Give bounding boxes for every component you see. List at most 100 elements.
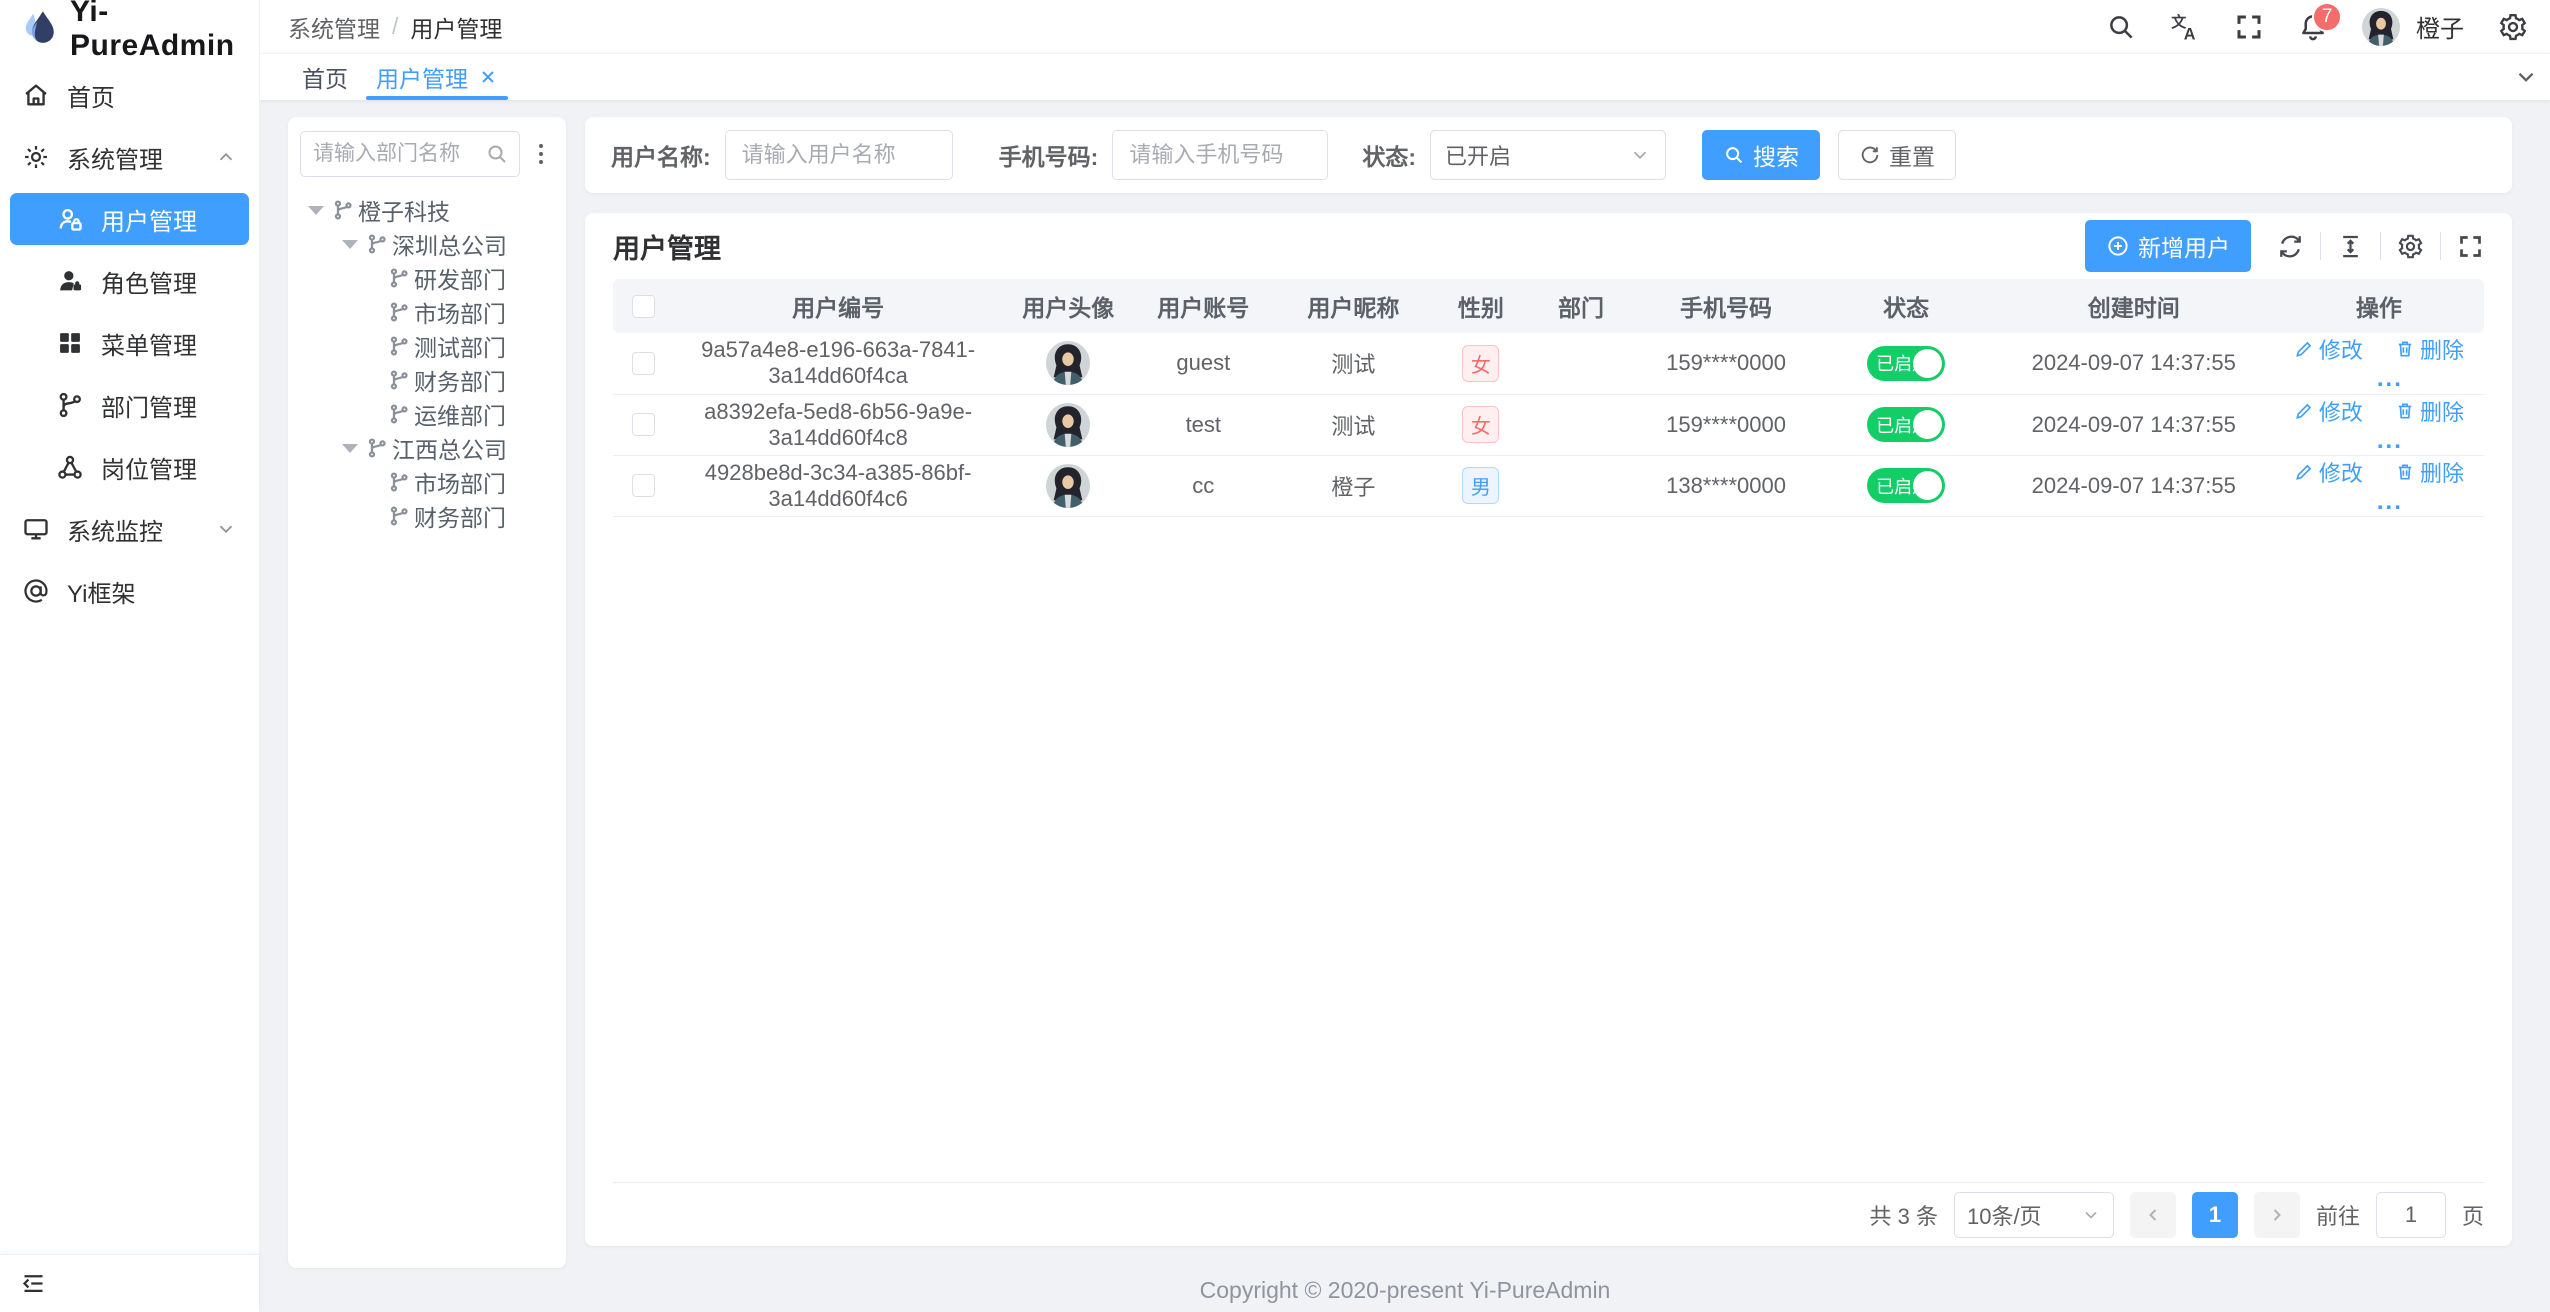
branch-icon [56,391,84,419]
phone-filter-label: 手机号码: [999,138,1099,172]
dept-search-input[interactable] [313,142,479,166]
more-actions-button[interactable]: ... [2377,488,2403,515]
refresh-icon [1859,144,1881,166]
tree-node[interactable]: 深圳总公司 [300,227,554,261]
cell-phone: 138****0000 [1634,455,1819,516]
phone-filter-input[interactable] [1129,142,1311,168]
table-header-row: 用户编号 用户头像 用户账号 用户昵称 性别 部门 手机号码 状态 创建时间 操… [613,279,2484,333]
tree-node[interactable]: 测试部门 [300,329,554,363]
sidebar-item-departments[interactable]: 部门管理 [0,374,259,436]
edit-button[interactable]: 修改 [2294,333,2363,365]
table-row: a8392efa-5ed8-6b56-9a9e-3a14dd60f4c8 tes… [613,394,2484,455]
prev-page-button[interactable] [2130,1192,2176,1238]
goto-page-input[interactable] [2376,1192,2446,1238]
translate-icon[interactable]: 文A [2170,12,2200,42]
caret-down-icon[interactable] [308,206,324,215]
delete-button[interactable]: 删除 [2395,333,2464,365]
search-button[interactable]: 搜索 [1702,130,1820,180]
tree-node[interactable]: 财务部门 [300,499,554,533]
logo[interactable]: Yi-PureAdmin [0,0,259,58]
tree-node[interactable]: 运维部门 [300,397,554,431]
tree-node[interactable]: 市场部门 [300,295,554,329]
topbar-actions: 文A 7 橙子 [2106,8,2528,46]
col-nickname: 用户昵称 [1273,279,1433,333]
cell-nickname: 橙子 [1273,455,1433,516]
tab-home[interactable]: 首页 [288,54,362,100]
notifications-bell-icon[interactable]: 7 [2298,12,2328,42]
sidebar-item-yi-framework[interactable]: Yi框架 [0,560,259,622]
sidebar-item-menus[interactable]: 菜单管理 [0,312,259,374]
more-actions-button[interactable]: ... [2377,365,2403,392]
row-checkbox[interactable] [632,474,655,497]
caret-down-icon[interactable] [342,240,358,249]
refresh-icon[interactable] [2277,233,2304,260]
tree-node[interactable]: 财务部门 [300,363,554,397]
row-density-icon[interactable] [2337,233,2364,260]
sidebar-item-home[interactable]: 首页 [0,64,259,126]
col-dept: 部门 [1528,279,1633,333]
status-toggle[interactable]: 已启用 [1867,346,1945,381]
tree-node[interactable]: 市场部门 [300,465,554,499]
filter-bar: 用户名称: 手机号码: 状态: 已开启 搜索 重置 [585,117,2512,193]
tree-node-label: 深圳总公司 [392,227,507,261]
caret-down-icon[interactable] [342,444,358,453]
status-toggle[interactable]: 已启用 [1867,468,1945,503]
search-icon [1723,144,1745,166]
sidebar-item-label: 菜单管理 [101,326,197,361]
status-select-value: 已开启 [1445,139,1511,171]
edit-button[interactable]: 修改 [2294,456,2363,488]
page-number-button[interactable]: 1 [2192,1192,2238,1238]
column-settings-gear-icon[interactable] [2397,233,2424,260]
username-filter-input[interactable] [742,142,936,168]
tab-label: 用户管理 [376,60,468,94]
tree-node[interactable]: 研发部门 [300,261,554,295]
more-actions-button[interactable]: ... [2377,427,2403,454]
sidebar-item-users[interactable]: 用户管理 [10,193,249,245]
cell-created: 2024-09-07 14:37:55 [1994,394,2274,455]
gender-tag: 女 [1462,345,1499,382]
select-all-checkbox[interactable] [632,295,655,318]
branch-icon [388,505,410,527]
sidebar-item-label: 岗位管理 [101,450,197,485]
dept-search-input-wrap [300,131,520,177]
cell-created: 2024-09-07 14:37:55 [1994,455,2274,516]
username[interactable]: 橙子 [2416,9,2464,44]
more-vertical-icon[interactable] [528,138,554,170]
avatar[interactable] [2362,8,2400,46]
close-icon[interactable] [478,67,498,87]
sidebar-item-label: 首页 [67,78,115,113]
search-icon[interactable] [2106,12,2136,42]
reset-button[interactable]: 重置 [1838,130,1956,180]
row-checkbox[interactable] [632,352,655,375]
cell-phone: 159****0000 [1634,333,1819,394]
sidebar-item-label: 系统管理 [67,140,163,175]
sidebar-item-roles[interactable]: 角色管理 [0,250,259,312]
sidebar-item-monitor[interactable]: 系统监控 [0,498,259,560]
table-fullscreen-icon[interactable] [2457,233,2484,260]
edit-button[interactable]: 修改 [2294,395,2363,427]
row-checkbox[interactable] [632,413,655,436]
trash-icon [2395,401,2415,421]
settings-gear-icon[interactable] [2498,12,2528,42]
tree-node[interactable]: 橙子科技 [300,193,554,227]
fullscreen-icon[interactable] [2234,12,2264,42]
next-page-button[interactable] [2254,1192,2300,1238]
sidebar-item-label: Yi框架 [67,574,135,609]
tree-node[interactable]: 江西总公司 [300,431,554,465]
breadcrumb-item[interactable]: 系统管理 [288,10,380,44]
sidebar-item-system[interactable]: 系统管理 [0,126,259,188]
status-select[interactable]: 已开启 [1430,130,1666,180]
tabbar-chevron-down-icon[interactable] [2502,54,2550,100]
add-user-button[interactable]: 新增用户 [2085,220,2251,272]
collapse-sidebar-icon[interactable] [20,1270,47,1297]
delete-button[interactable]: 删除 [2395,456,2464,488]
col-status: 状态 [1819,279,1994,333]
delete-button[interactable]: 删除 [2395,395,2464,427]
tab-user-management[interactable]: 用户管理 [362,54,512,100]
sidebar-item-positions[interactable]: 岗位管理 [0,436,259,498]
page-size-select[interactable]: 10条/页 [1954,1192,2114,1238]
cell-nickname: 测试 [1273,394,1433,455]
status-toggle[interactable]: 已启用 [1867,407,1945,442]
branch-icon [388,471,410,493]
cell-nickname: 测试 [1273,333,1433,394]
